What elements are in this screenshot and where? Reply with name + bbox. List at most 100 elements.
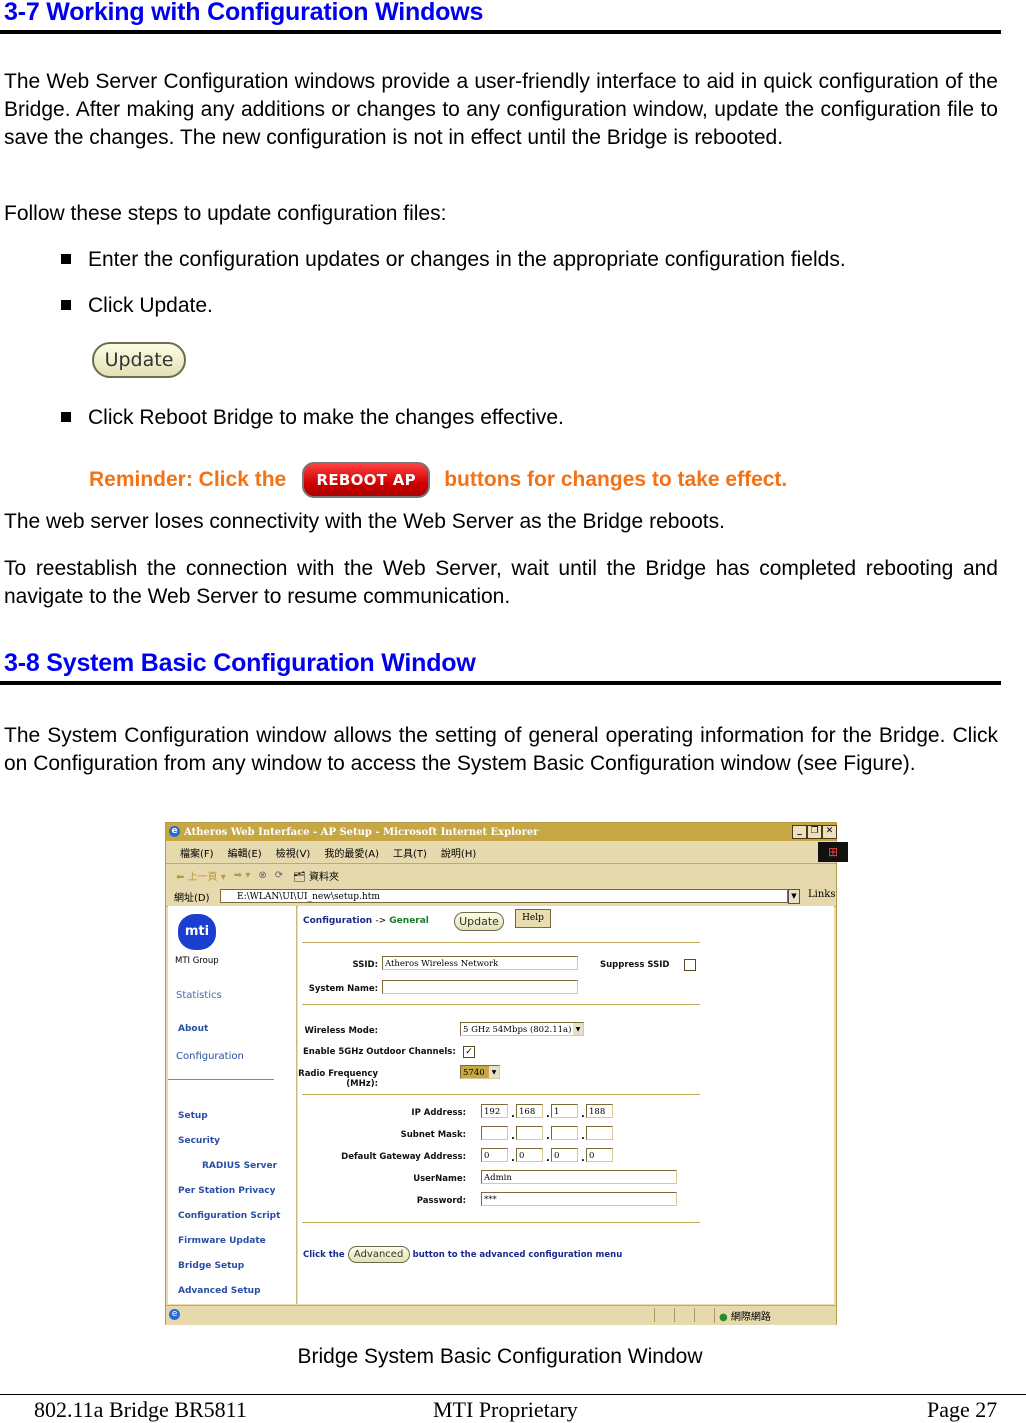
ip-octet-3[interactable]: 1 [551, 1104, 578, 1118]
breadcrumb: Configuration -> General [303, 916, 429, 926]
wireless-mode-select[interactable]: 5 GHz 54Mbps (802.11a) ▼ [460, 1022, 584, 1036]
ip-octet-2[interactable]: 168 [516, 1104, 543, 1118]
bullet-icon [61, 254, 71, 264]
subnet-mask-label: Subnet Mask: [400, 1130, 466, 1140]
section-divider [302, 1004, 700, 1005]
config-general-panel: Configuration -> General Update Help SSI… [298, 906, 834, 1304]
wireless-mode-label: Wireless Mode: [304, 1026, 378, 1036]
nav-sidebar: mti MTI Group Statistics About Configura… [168, 906, 297, 1304]
outdoor-channels-checkbox[interactable]: ✓ [463, 1046, 475, 1058]
forward-button[interactable]: ➡ ▾ [234, 870, 251, 881]
menu-file[interactable]: 檔案(F) [180, 845, 214, 860]
ssid-input[interactable]: Atheros Wireless Network [382, 956, 578, 970]
sidebar-item-per-station-privacy[interactable]: Per Station Privacy [178, 1186, 276, 1196]
browser-title-bar: e Atheros Web Interface - AP Setup - Mic… [166, 823, 837, 841]
browser-window-figure: e Atheros Web Interface - AP Setup - Mic… [165, 822, 848, 1325]
subnet-octet-3[interactable] [551, 1126, 578, 1140]
sidebar-item-firmware-update[interactable]: Firmware Update [178, 1236, 266, 1246]
advanced-hint: Click the Advanced button to the advance… [303, 1246, 622, 1263]
help-button[interactable]: Help [515, 909, 551, 928]
internet-zone: ● 網際網路 [714, 1308, 771, 1323]
gateway-octet-4[interactable]: 0 [586, 1148, 613, 1162]
back-button[interactable]: ⬅ 上一頁 ▾ [176, 868, 226, 883]
sidebar-item-advanced-setup[interactable]: Advanced Setup [178, 1286, 261, 1296]
menu-favorites[interactable]: 我的最愛(A) [324, 845, 379, 860]
refresh-icon[interactable]: ⟳ [275, 870, 283, 881]
heading-rule [0, 681, 1001, 685]
footer-page-number: Page 27 [927, 1397, 998, 1422]
footer-proprietary: MTI Proprietary [433, 1397, 578, 1422]
globe-icon: ● [719, 1312, 728, 1323]
footer-rule [0, 1394, 1026, 1395]
radio-frequency-select[interactable]: 5740 ▼ [460, 1065, 500, 1079]
chevron-down-icon: ▼ [573, 1023, 583, 1035]
restore-button[interactable]: ❐ [807, 825, 822, 839]
gateway-octet-3[interactable]: 0 [551, 1148, 578, 1162]
footer-product: 802.11a Bridge BR5811 [34, 1397, 247, 1422]
reminder-note: Reminder: Click the REBOOT AP buttons fo… [89, 462, 787, 498]
suppress-ssid-checkbox[interactable] [684, 959, 696, 971]
sidebar-item-configuration[interactable]: Configuration [176, 1051, 244, 1062]
intro-paragraph: The Web Server Configuration windows pro… [4, 70, 998, 149]
suppress-ssid-label: Suppress SSID [600, 960, 670, 970]
address-bar: 網址(D) E:\WLAN\UI\UI_new\setup.htm ▼ Link… [166, 886, 836, 907]
connectivity-paragraph: The web server loses connectivity with t… [4, 510, 725, 533]
heading-rule [0, 30, 1001, 34]
outdoor-channels-label: Enable 5GHz Outdoor Channels: [303, 1047, 456, 1057]
system-config-paragraph: The System Configuration window allows t… [4, 724, 998, 775]
reboot-ap-button-image: REBOOT AP [302, 462, 431, 498]
subnet-octet-1[interactable] [481, 1126, 508, 1140]
mti-logo-icon: mti [178, 914, 216, 950]
close-button[interactable]: ✕ [822, 825, 837, 839]
ie-page-icon: e [169, 1309, 180, 1320]
sidebar-item-about[interactable]: About [178, 1024, 208, 1034]
gateway-label: Default Gateway Address: [341, 1152, 466, 1162]
gateway-octet-1[interactable]: 0 [481, 1148, 508, 1162]
username-input[interactable]: Admin [481, 1170, 677, 1184]
minimize-button[interactable]: _ [792, 825, 807, 839]
folders-button[interactable]: 🗂 資料夾 [293, 868, 339, 883]
sidebar-divider [168, 1079, 274, 1080]
sidebar-item-bridge-setup[interactable]: Bridge Setup [178, 1261, 244, 1271]
system-name-input[interactable] [382, 980, 578, 994]
menu-help[interactable]: 說明(H) [441, 845, 476, 860]
bullet-item: Click Reboot Bridge to make the changes … [61, 404, 564, 432]
stop-icon[interactable]: ⊗ [258, 870, 266, 881]
username-label: UserName: [413, 1174, 466, 1184]
links-button[interactable]: Links [808, 889, 835, 900]
menu-view[interactable]: 檢視(V) [276, 845, 311, 860]
ip-octet-1[interactable]: 192 [481, 1104, 508, 1118]
menu-edit[interactable]: 編輯(E) [228, 845, 262, 860]
bullet-item: Enter the configuration updates or chang… [61, 246, 846, 274]
gateway-octet-2[interactable]: 0 [516, 1148, 543, 1162]
section-heading-3-8: 3-8 System Basic Configuration Window [4, 649, 476, 677]
sidebar-item-configuration-script[interactable]: Configuration Script [178, 1211, 280, 1221]
figure-caption: Bridge System Basic Configuration Window [297, 1345, 703, 1368]
address-label: 網址(D) [174, 892, 210, 904]
radio-frequency-label: Radio Frequency (MHz): [298, 1069, 378, 1089]
menu-bar: 檔案(F) 編輯(E) 檢視(V) 我的最愛(A) 工具(T) 說明(H) ⊞ [166, 841, 848, 864]
address-input[interactable]: E:\WLAN\UI\UI_new\setup.htm [220, 889, 788, 903]
address-dropdown-icon[interactable]: ▼ [788, 889, 800, 904]
reestablish-paragraph: To reestablish the connection with the W… [4, 557, 998, 608]
ip-address-label: IP Address: [411, 1108, 466, 1118]
password-input[interactable]: *** [481, 1192, 677, 1206]
section-heading-3-7: 3-7 Working with Configuration Windows [4, 0, 484, 26]
update-button[interactable]: Update [454, 912, 504, 931]
menu-tools[interactable]: 工具(T) [393, 845, 427, 860]
section-divider [302, 1094, 700, 1095]
ip-octet-4[interactable]: 188 [586, 1104, 613, 1118]
bullet-icon [61, 412, 71, 422]
subnet-octet-4[interactable] [586, 1126, 613, 1140]
sidebar-item-radius-server[interactable]: RADIUS Server [202, 1161, 277, 1171]
subnet-octet-2[interactable] [516, 1126, 543, 1140]
sidebar-item-setup[interactable]: Setup [178, 1111, 208, 1121]
section-divider [302, 1222, 700, 1223]
chevron-down-icon: ▼ [489, 1066, 499, 1078]
sidebar-item-statistics[interactable]: Statistics [176, 990, 222, 1001]
windows-logo-icon: ⊞ [818, 842, 848, 862]
sidebar-item-security[interactable]: Security [178, 1136, 220, 1146]
steps-intro: Follow these steps to update configurati… [4, 202, 447, 225]
ie-icon: e [169, 826, 180, 837]
advanced-button[interactable]: Advanced [347, 1246, 410, 1263]
